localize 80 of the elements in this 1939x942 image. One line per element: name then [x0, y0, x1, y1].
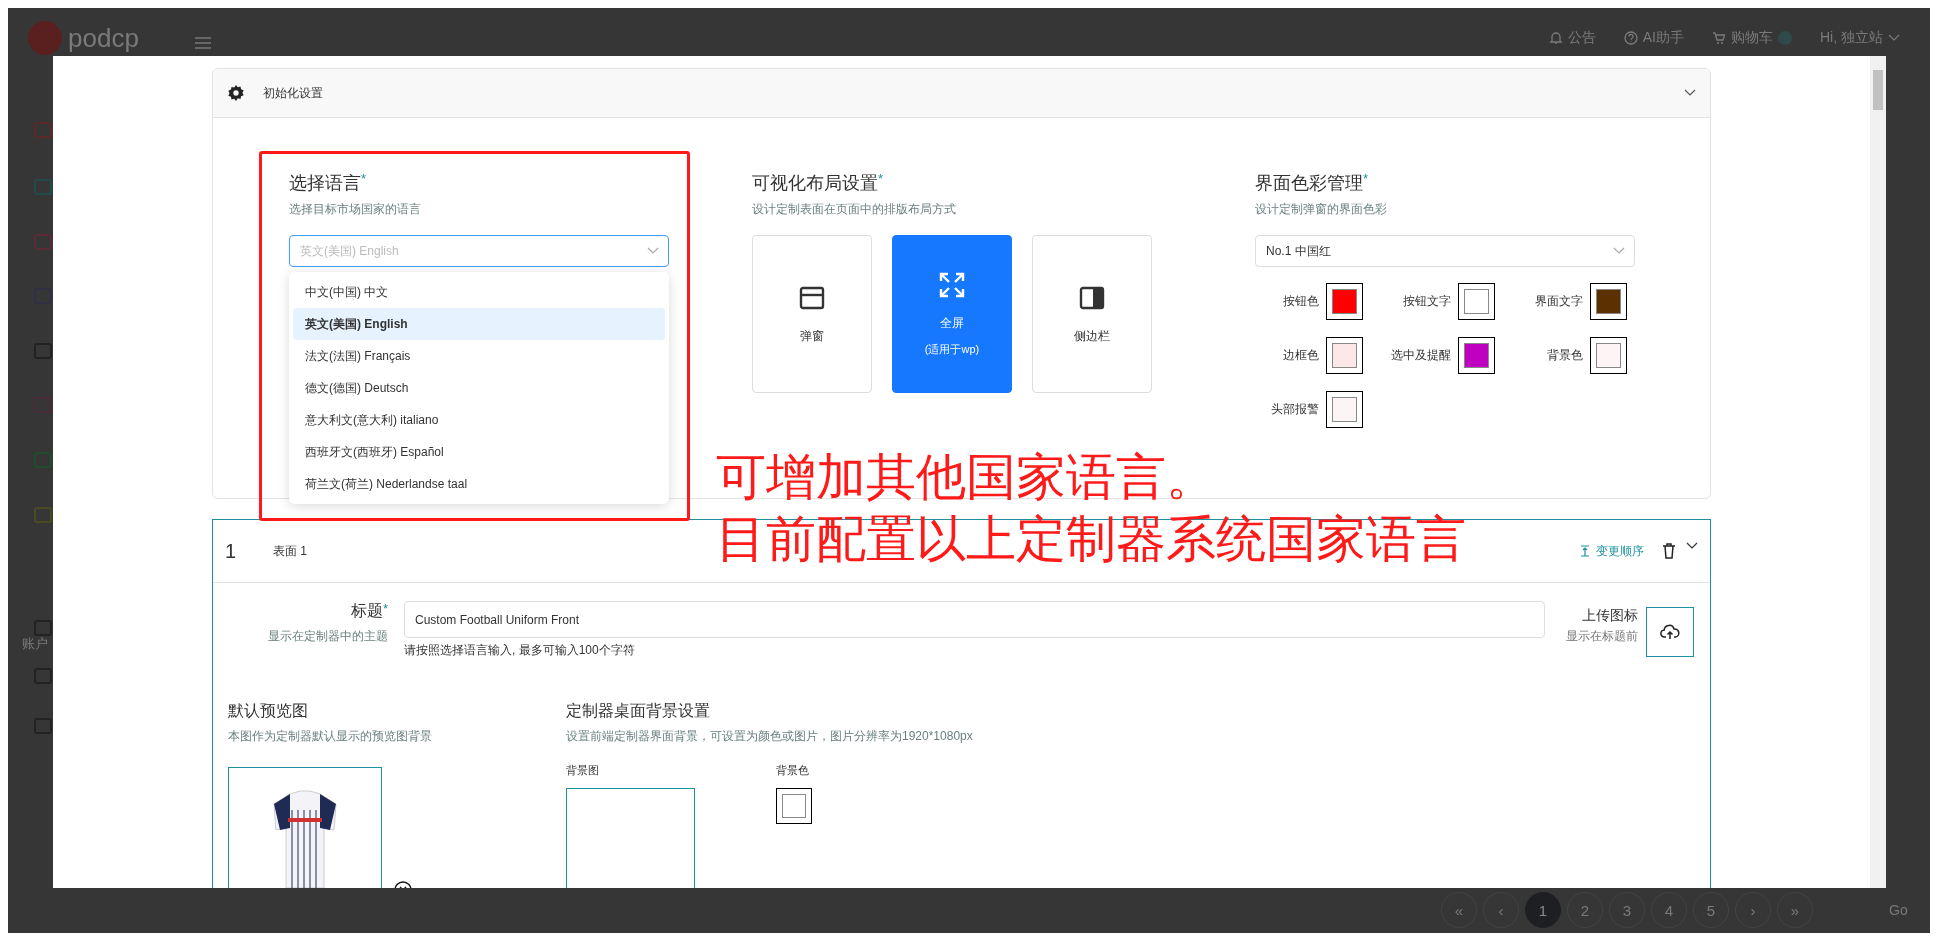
field-hint: 设计定制弹窗的界面色彩: [1255, 201, 1388, 218]
language-option[interactable]: 德文(德国) Deutsch: [293, 372, 665, 404]
layout-option[interactable]: 全屏 (适用于wp): [892, 235, 1012, 393]
upload-icon: [1660, 624, 1680, 640]
annotation-text: 目前配置以上定制器系统国家语言: [716, 510, 1466, 568]
layout-option[interactable]: 弹窗: [752, 235, 872, 393]
menu-icon[interactable]: [194, 37, 211, 49]
help-icon: [1623, 31, 1638, 45]
upload-label: 上传图标: [1581, 607, 1638, 625]
upload-button[interactable]: [1646, 607, 1694, 657]
color-swatch[interactable]: [1326, 283, 1363, 320]
field-hint: 设计定制表面在页面中的排版布局方式: [752, 201, 957, 218]
swatch-label: 按钮文字: [1402, 293, 1451, 310]
nav-link[interactable]: 购物车: [1731, 29, 1773, 47]
chevron-down-icon: [1613, 247, 1625, 255]
logo-icon: [28, 21, 62, 55]
field-hint: 显示在定制器中的主题: [267, 628, 388, 645]
field-label: 选择语言*: [289, 171, 368, 195]
section-label: 默认预览图: [228, 701, 309, 721]
color-swatch[interactable]: [776, 788, 812, 824]
color-swatch[interactable]: [1590, 283, 1627, 320]
surface-name: 表面 1: [273, 542, 307, 560]
section-hint: 设置前端定制器界面背景，可设置为颜色或图片，图片分辨率为1920*1080px: [566, 728, 973, 745]
reorder-button[interactable]: 变更顺序: [1580, 542, 1644, 560]
image-upload-box[interactable]: [566, 788, 695, 888]
sidebar-heading: 账户: [22, 635, 48, 653]
surface-number: 1: [225, 539, 238, 563]
language-option[interactable]: 英文(美国) English: [293, 308, 665, 340]
title-input[interactable]: Custom Football Uniform Front: [404, 601, 1545, 638]
layout-label: 全屏: [940, 315, 964, 332]
layout-label: 弹窗: [800, 327, 824, 345]
language-option[interactable]: 西班牙文(西班牙) Español: [293, 436, 665, 468]
settings-icon: [227, 84, 245, 102]
trash-icon[interactable]: [1662, 543, 1676, 559]
section-title: 初始化设置: [263, 84, 323, 102]
color-swatch[interactable]: [1326, 391, 1363, 428]
language-option[interactable]: 中文(中国) 中文: [293, 276, 665, 308]
layout-option[interactable]: 侧边栏: [1032, 235, 1152, 393]
image-label: 背景图: [566, 763, 600, 778]
color-swatch[interactable]: [1326, 337, 1363, 374]
swatch-label: 背景色: [1546, 347, 1583, 364]
layout-label: 侧边栏: [1074, 327, 1110, 345]
chevron-down-icon: [647, 247, 659, 255]
swatch-label: 边框色: [1282, 347, 1319, 364]
expand-icon: [938, 271, 966, 299]
layout-note: (适用于wp): [924, 342, 980, 357]
language-option[interactable]: 法文(法国) Français: [293, 340, 665, 372]
scrollbar[interactable]: [1870, 56, 1886, 888]
swatch-label: 按钮色: [1282, 293, 1319, 310]
cart-icon: [1712, 31, 1726, 45]
field-label: 可视化布局设置*: [752, 171, 885, 195]
swatch-label: 界面文字: [1534, 293, 1583, 310]
field-label: 标题*: [349, 601, 388, 621]
annotation-text: 可增加其他国家语言。: [716, 448, 1216, 506]
nav-link[interactable]: 公告: [1567, 29, 1596, 47]
upload-hint: 显示在标题前: [1566, 628, 1638, 645]
field-hint: 选择目标市场国家的语言: [289, 201, 422, 218]
logo-text: podcp: [68, 22, 139, 54]
input-help: 请按照选择语言输入, 最多可输入100个字符: [404, 642, 636, 659]
color-swatch[interactable]: [1458, 337, 1495, 374]
section-hint: 本图作为定制器默认显示的预览图背景: [228, 728, 433, 745]
nav-link[interactable]: AI助手: [1642, 29, 1684, 47]
chevron-down-icon: [1686, 542, 1698, 550]
field-label: 界面色彩管理*: [1255, 171, 1370, 195]
swatch-label: 头部报警: [1270, 401, 1319, 418]
language-select[interactable]: 英文(美国) English: [289, 235, 669, 267]
language-option[interactable]: 意大利文(意大利) italiano: [293, 404, 665, 436]
chevron-down-icon: [1888, 34, 1900, 42]
bell-icon: [1548, 31, 1563, 45]
section-label: 定制器桌面背景设置: [566, 701, 711, 721]
color-swatch[interactable]: [1458, 283, 1495, 320]
color-label: 背景色: [776, 763, 810, 778]
color-scheme-select[interactable]: No.1 中国红: [1255, 235, 1635, 267]
chevron-down-icon: [1684, 89, 1696, 97]
language-option[interactable]: 荷兰文(荷兰) Nederlandse taal: [293, 468, 665, 500]
swatch-label: 选中及提醒: [1390, 347, 1451, 364]
nav-link[interactable]: Hi, 独立站: [1820, 29, 1883, 47]
sort-icon: [1580, 545, 1590, 557]
color-swatch[interactable]: [1590, 337, 1627, 374]
go-button[interactable]: Go: [1889, 902, 1908, 918]
